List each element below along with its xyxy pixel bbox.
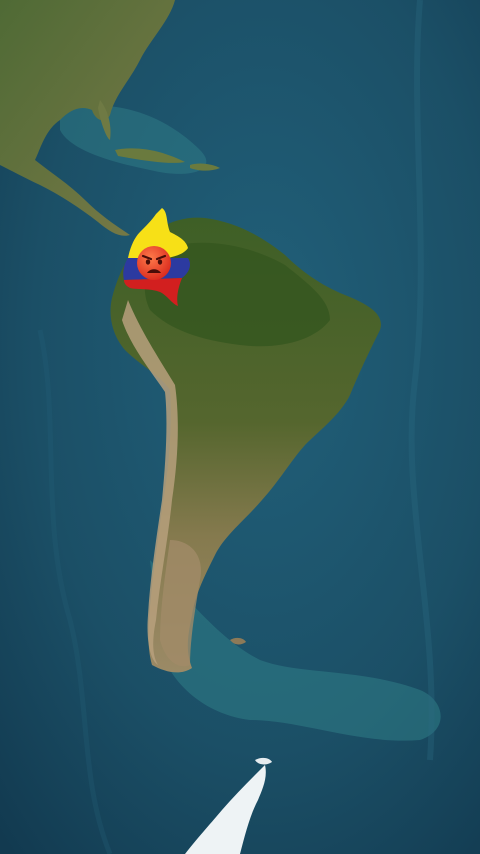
satellite-map [0, 0, 480, 854]
map-canvas [0, 0, 480, 854]
angry-face-icon [137, 246, 171, 280]
